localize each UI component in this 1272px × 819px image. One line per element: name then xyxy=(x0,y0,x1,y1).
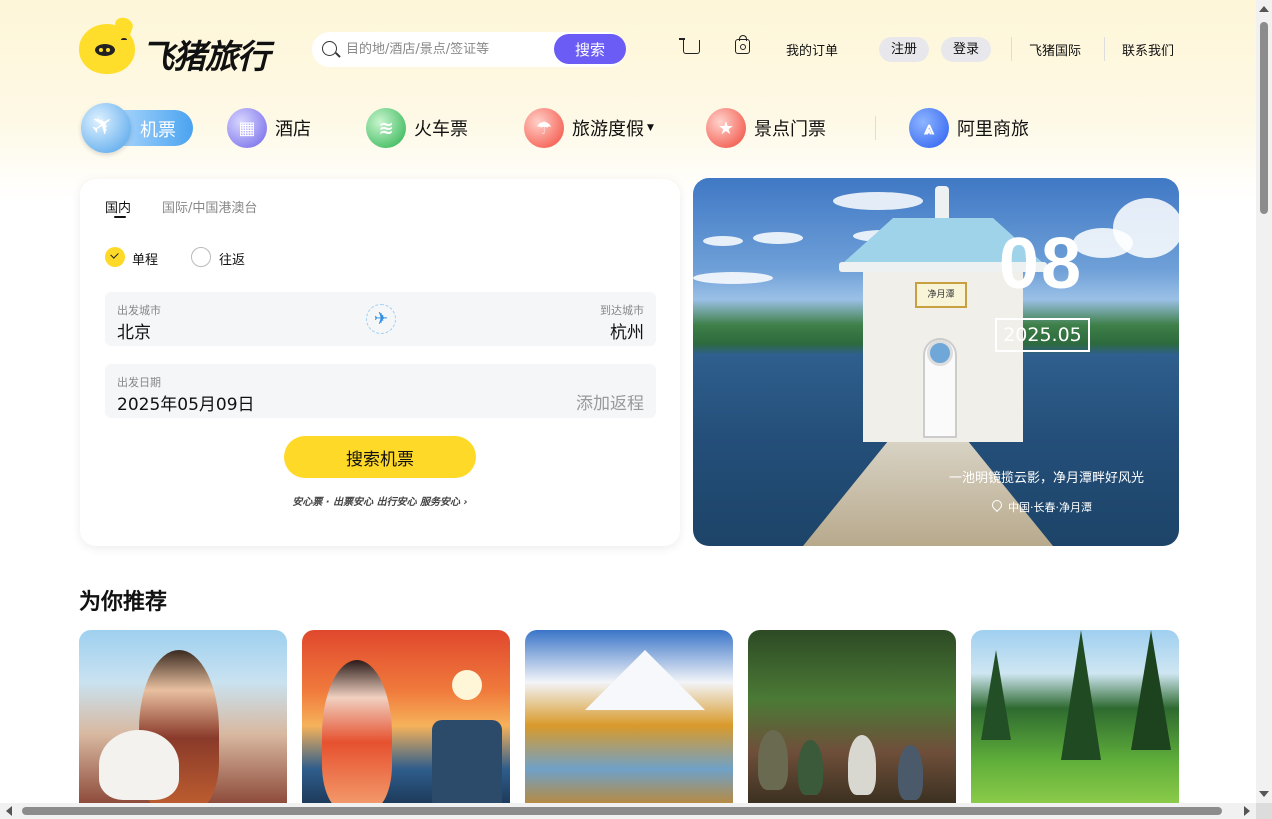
divider xyxy=(1011,37,1012,61)
scrollbar-corner xyxy=(1256,803,1272,819)
departure-date-field[interactable]: 2025年05月09日 xyxy=(117,390,255,415)
tab-hotel-label: 酒店 xyxy=(275,119,311,140)
date-fields: 出发日期 2025年05月09日 添加返程 xyxy=(105,364,656,418)
recommend-card[interactable] xyxy=(525,630,733,804)
tab-train[interactable]: ≋ 火车票 xyxy=(366,102,468,154)
departure-city-field[interactable]: 北京 xyxy=(117,318,151,343)
recommend-card[interactable] xyxy=(748,630,956,804)
recommend-card[interactable] xyxy=(971,630,1179,804)
one-way-label[interactable]: 单程 xyxy=(132,249,158,268)
tab-flights[interactable]: 机票 xyxy=(80,102,193,154)
bag-icon[interactable] xyxy=(735,35,750,54)
hotel-icon: ▦ xyxy=(227,108,267,148)
scroll-thumb[interactable] xyxy=(22,807,1222,815)
tab-train-label: 火车票 xyxy=(414,119,468,140)
category-nav: 机票 ▦ 酒店 ≋ 火车票 ☂ 旅游度假 ▼ ★ 景点门票 ⩓ 阿里商旅 xyxy=(80,102,1180,154)
tab-alibiz[interactable]: ⩓ 阿里商旅 xyxy=(909,102,1029,154)
tab-domestic[interactable]: 国内 xyxy=(105,197,131,216)
my-orders-link[interactable]: 我的订单 xyxy=(786,40,838,59)
ticket-icon: ★ xyxy=(706,108,746,148)
international-link[interactable]: 飞猪国际 xyxy=(1029,40,1081,59)
login-button[interactable]: 登录 xyxy=(941,37,992,62)
search-input[interactable] xyxy=(346,32,546,67)
header: 飞猪旅行 搜索 我的订单 注册 登录 飞猪国际 联系我们 xyxy=(79,15,1179,77)
round-trip-radio[interactable] xyxy=(191,247,211,267)
arrival-city-field[interactable]: 杭州 xyxy=(610,318,644,343)
scroll-up-icon[interactable] xyxy=(1259,6,1269,12)
pavilion-sign: 净月潭 xyxy=(915,282,967,308)
flight-booking-card: 国内 国际/中国港澳台 单程 往返 出发城市 北京 ✈ 到达城市 杭州 出发日期… xyxy=(80,179,680,546)
round-trip-label[interactable]: 往返 xyxy=(219,249,245,268)
city-fields: 出发城市 北京 ✈ 到达城市 杭州 xyxy=(105,292,656,346)
alibiz-icon: ⩓ xyxy=(909,108,949,148)
tab-international[interactable]: 国际/中国港澳台 xyxy=(162,197,257,216)
swap-cities-icon[interactable]: ✈ xyxy=(366,304,396,334)
tab-underline xyxy=(114,216,126,218)
scroll-thumb[interactable] xyxy=(1260,22,1268,214)
search-button[interactable]: 搜索 xyxy=(554,34,626,64)
promo-caption: 一池明镜揽云影，净月潭畔好风光 xyxy=(948,471,1144,486)
recommend-card[interactable] xyxy=(302,630,510,804)
scroll-right-icon[interactable] xyxy=(1244,806,1250,816)
plane-icon xyxy=(81,103,131,153)
tab-alibiz-label: 阿里商旅 xyxy=(957,119,1029,140)
register-button[interactable]: 注册 xyxy=(879,37,930,62)
promo-month: 2025.05 xyxy=(995,318,1090,352)
promo-location-text: 中国·长春·净月潭 xyxy=(1008,501,1092,514)
tab-vacation[interactable]: ☂ 旅游度假 ▼ xyxy=(524,102,654,154)
tab-tickets-label: 景点门票 xyxy=(754,119,826,140)
tab-tickets[interactable]: ★ 景点门票 xyxy=(706,102,826,154)
recommend-title: 为你推荐 xyxy=(79,590,168,615)
recommend-card[interactable] xyxy=(79,630,287,804)
assurance-link[interactable]: 安心票 · 出票安心 出行安心 服务安心 › xyxy=(80,493,680,508)
logo-text: 飞猪旅行 xyxy=(141,37,270,76)
promo-banner[interactable]: 净月潭 08 2025.05 一池明镜揽云影，净月潭畔好风光 中国·长春·净月潭 xyxy=(693,178,1179,546)
cart-icon[interactable] xyxy=(679,38,700,54)
arrival-label: 到达城市 xyxy=(600,304,644,317)
logo[interactable]: 飞猪旅行 xyxy=(79,15,279,76)
add-return-button[interactable]: 添加返程 xyxy=(576,389,644,414)
horizontal-scrollbar[interactable] xyxy=(0,803,1256,819)
chevron-down-icon: ▼ xyxy=(647,123,654,133)
vertical-scrollbar[interactable] xyxy=(1256,0,1272,803)
search-flights-button[interactable]: 搜索机票 xyxy=(284,436,476,478)
promo-location: 中国·长春·净月潭 xyxy=(989,497,1092,515)
divider xyxy=(875,116,876,140)
date-label: 出发日期 xyxy=(117,376,161,389)
scroll-left-icon[interactable] xyxy=(6,806,12,816)
train-icon: ≋ xyxy=(366,108,406,148)
tab-hotel[interactable]: ▦ 酒店 xyxy=(227,102,311,154)
departure-label: 出发城市 xyxy=(117,304,161,317)
divider xyxy=(1104,37,1105,61)
pig-logo-icon xyxy=(79,15,135,74)
one-way-radio[interactable] xyxy=(105,247,125,267)
search-icon xyxy=(322,41,337,56)
scroll-down-icon[interactable] xyxy=(1259,791,1269,797)
promo-day: 08 xyxy=(998,224,1083,304)
contact-link[interactable]: 联系我们 xyxy=(1122,40,1174,59)
vacation-icon: ☂ xyxy=(524,108,564,148)
search-box: 搜索 xyxy=(312,32,626,67)
tab-flights-label: 机票 xyxy=(140,120,176,141)
tab-vacation-label: 旅游度假 xyxy=(572,119,644,140)
